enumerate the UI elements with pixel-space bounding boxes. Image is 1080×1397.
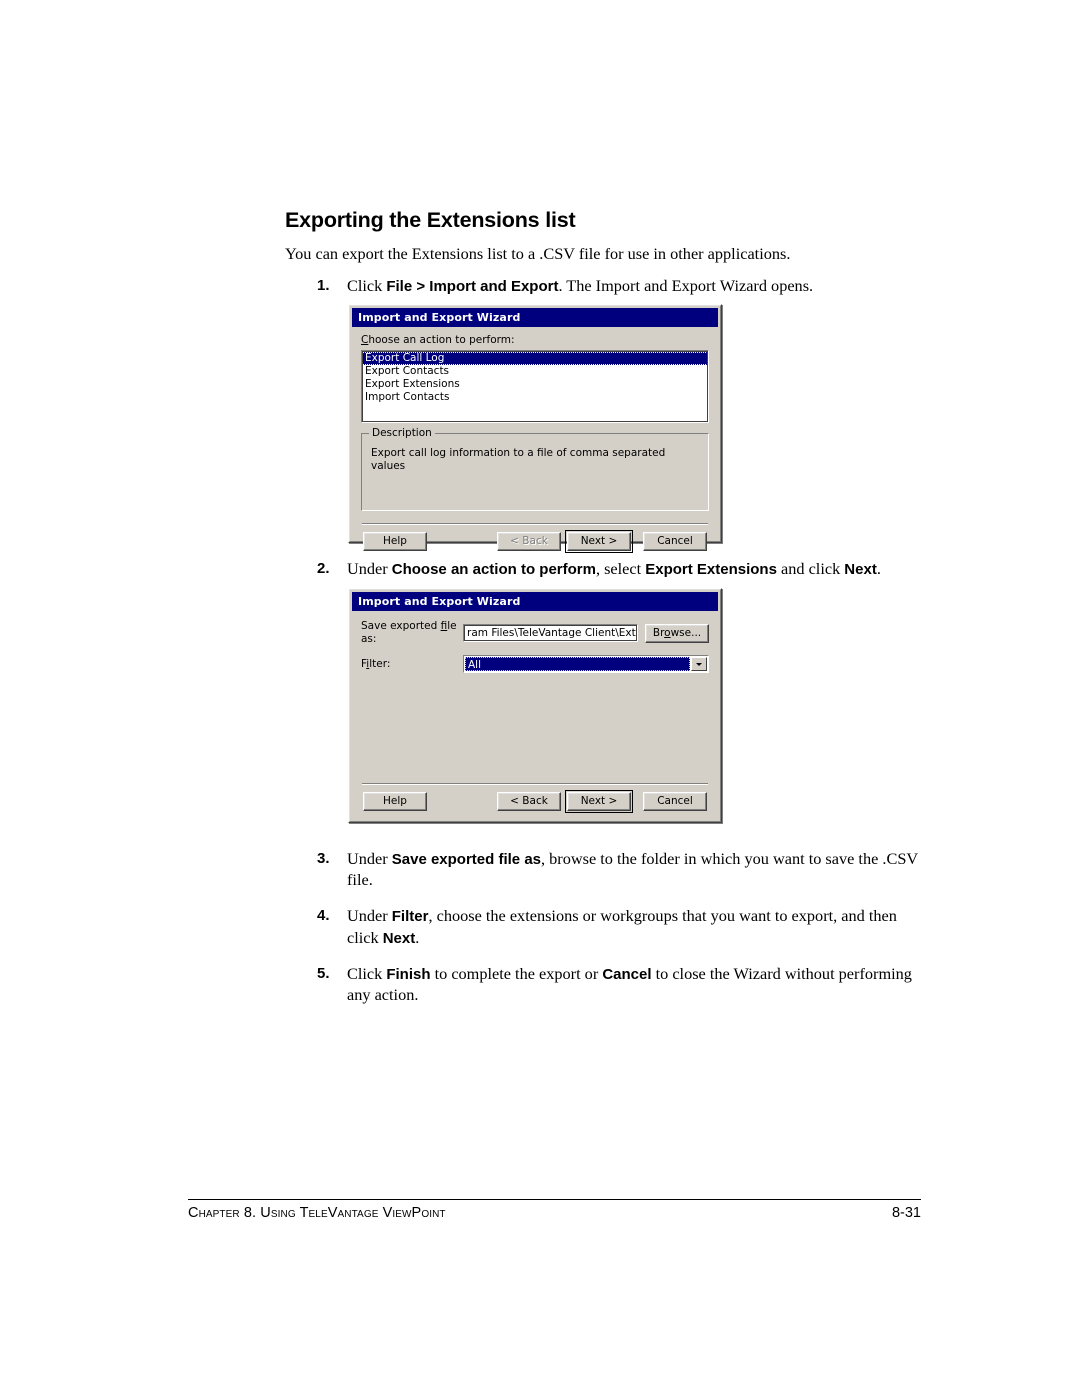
browse-pre: Br: [652, 626, 665, 639]
dialog1-cancel-button[interactable]: Cancel: [643, 532, 707, 551]
step-4-pre: Under: [347, 906, 392, 926]
page-footer: Chapter 8. Using TeleVantage ViewPoint 8…: [188, 1205, 921, 1221]
save-exported-file-row: Save exported file as: ram Files\TeleVan…: [361, 620, 709, 646]
step-2-post: .: [876, 559, 881, 578]
step-2-bold-2: Export Extensions: [645, 561, 777, 578]
step-2-pre: Under: [347, 559, 392, 578]
dialog1-help-button[interactable]: Help: [363, 532, 427, 551]
filter-row: Filter: All: [361, 655, 709, 673]
step-1-pre: Click: [347, 276, 387, 296]
listbox-item-export-call-log[interactable]: Export Call Log: [362, 352, 708, 365]
step-1-text: Click File > Import and Export. The Impo…: [347, 275, 925, 296]
footer-divider: [188, 1199, 921, 1200]
step-2-bold-3: Next: [844, 561, 877, 578]
browse-button[interactable]: Browse...: [645, 623, 709, 643]
step-3-text: Under Save exported file as, browse to t…: [347, 848, 925, 890]
step-1-bold-1: File > Import and Export: [386, 278, 559, 296]
step-2-bold-1: Choose an action to perform: [391, 561, 596, 578]
step-3-number: 3.: [317, 850, 330, 867]
import-export-wizard-dialog-step2[interactable]: Import and Export Wizard Save exported f…: [348, 588, 722, 823]
step-3-bold-1: Save exported file as: [391, 851, 542, 868]
save-exported-file-input[interactable]: ram Files\TeleVantage Client\Extensions.…: [463, 624, 638, 642]
step-1-number: 1.: [317, 277, 330, 295]
filter-label: Filter:: [361, 658, 463, 671]
step-3-pre: Under: [347, 849, 392, 868]
dialog1-titlebar: Import and Export Wizard: [352, 308, 718, 327]
step-5-bold-1: Finish: [386, 966, 431, 984]
step-2-text: Under Choose an action to perform, selec…: [347, 558, 925, 579]
step-5-number: 5.: [317, 965, 330, 983]
step-5: 5. Click Finish to complete the export o…: [285, 963, 925, 1005]
dialog2-back-button[interactable]: < Back: [497, 792, 561, 811]
dialog2-cancel-button[interactable]: Cancel: [643, 792, 707, 811]
save-label-pre: Save exported: [361, 620, 441, 632]
footer-page-number: 8-31: [891, 1205, 921, 1221]
dialog1-next-button[interactable]: Next >: [565, 530, 633, 553]
step-4-text: Under Filter, choose the extensions or w…: [347, 905, 925, 948]
step-5-bold-2: Cancel: [602, 966, 652, 984]
step-4-mid-1: , choose the extensions or workgroups th…: [347, 906, 897, 947]
filter-combobox[interactable]: All: [463, 655, 709, 673]
import-export-wizard-dialog-step1[interactable]: Import and Export Wizard Choose an actio…: [348, 304, 722, 553]
browse-post: wse...: [670, 626, 702, 639]
dialog1-body: Choose an action to perform: Export Call…: [352, 327, 718, 553]
step-5-text: Click Finish to complete the export or C…: [347, 963, 925, 1005]
dialog2-body: Save exported file as: ram Files\TeleVan…: [352, 611, 718, 813]
filter-label-post: lter:: [369, 657, 391, 670]
dialog2-next-button[interactable]: Next >: [565, 790, 633, 813]
dialog2-button-row: Help < Back Next > Cancel: [361, 785, 709, 813]
step-1-post: . The Import and Export Wizard opens.: [558, 276, 814, 296]
step-4-number: 4.: [317, 907, 330, 925]
intro-paragraph: You can export the Extensions list to a …: [285, 243, 791, 263]
page-title: Exporting the Extensions list: [285, 208, 576, 232]
steps-tail-container: 3. Under Save exported file as, browse t…: [285, 848, 925, 1020]
choose-action-label-rest: hoose an action to perform:: [368, 334, 515, 346]
description-text: Export call log information to a file of…: [371, 447, 666, 472]
dialog2-help-button[interactable]: Help: [363, 792, 427, 811]
step-4: 4. Under Filter, choose the extensions o…: [285, 905, 925, 948]
step-5-mid-1: to complete the export or: [430, 964, 603, 984]
choose-action-label: Choose an action to perform:: [361, 334, 709, 347]
action-listbox[interactable]: Export Call Log Export Contacts Export E…: [361, 350, 709, 423]
footer-chapter: Chapter 8. Using TeleVantage ViewPoint: [188, 1205, 446, 1221]
step-2-mid-1: , select: [595, 559, 646, 578]
step-2-number: 2.: [317, 560, 330, 577]
dialog2-inner: Import and Export Wizard Save exported f…: [349, 589, 721, 822]
filter-combobox-value: All: [465, 657, 690, 671]
page-content: Exporting the Extensions list You can ex…: [285, 208, 925, 300]
step-2-mid-2: and click: [776, 559, 845, 578]
step-4-bold-1: Filter: [391, 908, 429, 926]
save-exported-file-label: Save exported file as:: [361, 620, 463, 646]
dialog1-back-button: < Back: [497, 532, 561, 551]
step-1: 1. Click File > Import and Export. The I…: [285, 275, 925, 296]
description-groupbox: Description Export call log information …: [361, 427, 709, 511]
dialog2-titlebar: Import and Export Wizard: [352, 592, 718, 611]
step-2-container: 2. Under Choose an action to perform, se…: [285, 558, 925, 583]
steps-tail: 3. Under Save exported file as, browse t…: [285, 848, 925, 1005]
step-3: 3. Under Save exported file as, browse t…: [285, 848, 925, 890]
document-page: Exporting the Extensions list You can ex…: [0, 0, 1080, 1397]
dialog1-button-row: Help < Back Next > Cancel: [361, 525, 709, 553]
step-4-post: .: [415, 927, 420, 947]
step-2: 2. Under Choose an action to perform, se…: [285, 558, 925, 579]
listbox-item-export-contacts[interactable]: Export Contacts: [362, 365, 708, 378]
dialog1-inner: Import and Export Wizard Choose an actio…: [349, 305, 721, 553]
listbox-item-export-extensions[interactable]: Export Extensions: [362, 378, 708, 391]
step-4-bold-2: Next: [382, 929, 416, 947]
chevron-down-icon[interactable]: [691, 657, 707, 671]
step-5-pre: Click: [347, 964, 387, 984]
listbox-item-import-contacts[interactable]: Import Contacts: [362, 391, 708, 404]
description-groupbox-title: Description: [369, 427, 435, 439]
